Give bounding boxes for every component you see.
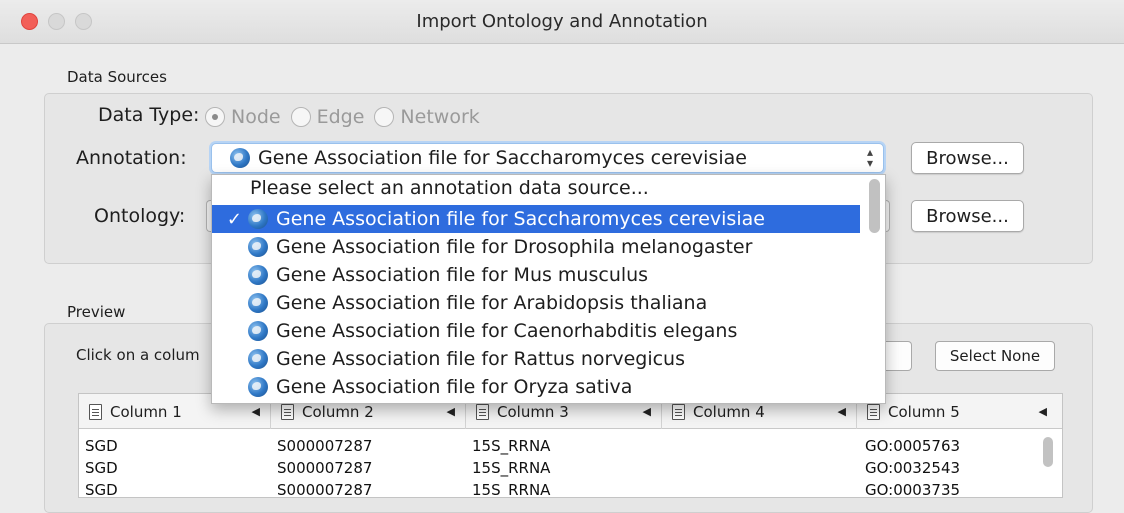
table-cell: S000007287 <box>277 481 373 498</box>
table-row[interactable]: SGD S000007287 15S_RRNA GO:0032543 <box>79 458 1062 480</box>
sort-arrow-icon[interactable]: ◀ <box>252 405 260 418</box>
dropdown-option-label: Gene Association file for Caenorhabditis… <box>276 320 738 342</box>
dropdown-option[interactable]: ✓ Gene Association file for Saccharomyce… <box>212 205 860 233</box>
document-icon <box>476 403 489 420</box>
table-cell: S000007287 <box>277 459 373 477</box>
preview-hint-text: Click on a colum <box>76 346 200 364</box>
data-type-label: Data Type: <box>98 104 200 126</box>
radio-edge-label: Edge <box>316 106 365 128</box>
dropdown-option[interactable]: Gene Association file for Mus musculus <box>212 261 860 289</box>
radio-network[interactable]: Network <box>374 106 480 128</box>
ontology-label: Ontology: <box>94 205 186 227</box>
table-cell: GO:0005763 <box>865 437 961 455</box>
table-cell: S000007287 <box>277 437 373 455</box>
globe-icon <box>248 377 268 397</box>
document-icon <box>867 403 880 420</box>
document-icon <box>89 403 102 420</box>
title-bar: Import Ontology and Annotation <box>0 0 1124 44</box>
table-cell: GO:0003735 <box>865 481 961 498</box>
table-cell: GO:0032543 <box>865 459 961 477</box>
ontology-browse-button[interactable]: Browse... <box>911 200 1024 232</box>
table-row[interactable]: SGD S000007287 15S_RRNA GO:0005763 <box>79 436 1062 458</box>
dropdown-placeholder[interactable]: Please select an annotation data source.… <box>250 177 649 199</box>
sort-arrow-icon[interactable]: ◀ <box>643 405 651 418</box>
dropdown-option[interactable]: Gene Association file for Arabidopsis th… <box>212 289 860 317</box>
sort-arrow-icon[interactable]: ◀ <box>447 405 455 418</box>
dropdown-option-label: Gene Association file for Rattus norvegi… <box>276 348 685 370</box>
annotation-browse-button[interactable]: Browse... <box>911 142 1024 174</box>
preview-label: Preview <box>67 303 126 321</box>
radio-network-label: Network <box>400 106 480 128</box>
radio-node-indicator <box>205 107 225 127</box>
dropdown-option[interactable]: Gene Association file for Oryza sativa <box>212 373 860 401</box>
select-none-button[interactable]: Select None <box>935 341 1055 371</box>
sort-arrow-icon[interactable]: ◀ <box>1039 405 1047 418</box>
column-header-5[interactable]: Column 5 ◀ <box>857 394 1057 429</box>
sort-arrow-icon[interactable]: ◀ <box>838 405 846 418</box>
radio-node[interactable]: Node <box>205 106 281 128</box>
table-row[interactable]: SGD S000007287 15S_RRNA GO:0003735 <box>79 480 1062 498</box>
globe-icon <box>248 293 268 313</box>
annotation-select-value: Gene Association file for Saccharomyces … <box>258 147 747 169</box>
radio-edge[interactable]: Edge <box>290 106 365 128</box>
updown-arrows-icon: ▴ ▾ <box>866 145 873 170</box>
table-scrollbar[interactable] <box>1043 437 1053 467</box>
table-cell: SGD <box>85 437 118 455</box>
globe-icon <box>230 148 250 168</box>
annotation-dropdown-list: Please select an annotation data source.… <box>211 174 886 404</box>
dropdown-option-label: Gene Association file for Mus musculus <box>276 264 649 286</box>
dropdown-option-label: Gene Association file for Drosophila mel… <box>276 236 753 258</box>
globe-icon <box>248 209 268 229</box>
globe-icon <box>248 265 268 285</box>
data-type-radio-group: Node Edge Network <box>205 104 490 130</box>
column-header-label: Column 5 <box>888 402 960 421</box>
table-cell: SGD <box>85 459 118 477</box>
checkmark-icon: ✓ <box>226 208 242 230</box>
document-icon <box>672 403 685 420</box>
radio-edge-indicator <box>290 107 311 127</box>
dropdown-option[interactable]: Gene Association file for Rattus norvegi… <box>212 345 860 373</box>
dropdown-option-label: Gene Association file for Oryza sativa <box>276 376 633 398</box>
dropdown-option[interactable]: Gene Association file for Caenorhabditis… <box>212 317 860 345</box>
dropdown-option[interactable]: Gene Association file for Drosophila mel… <box>212 233 860 261</box>
radio-node-label: Node <box>231 106 281 128</box>
column-header-label: Column 4 <box>693 402 765 421</box>
document-icon <box>281 403 294 420</box>
annotation-label: Annotation: <box>76 147 187 169</box>
globe-icon <box>248 237 268 257</box>
globe-icon <box>248 349 268 369</box>
annotation-select[interactable]: Gene Association file for Saccharomyces … <box>211 143 884 173</box>
preview-table: Column 1 ◀ Column 2 ◀ Column 3 ◀ Column … <box>78 393 1063 498</box>
column-header-label: Column 2 <box>302 402 374 421</box>
dropdown-scrollbar[interactable] <box>869 179 880 233</box>
table-cell: 15S_RRNA <box>472 459 551 477</box>
table-cell: 15S_RRNA <box>472 481 551 498</box>
column-header-label: Column 3 <box>497 402 569 421</box>
globe-icon <box>248 321 268 341</box>
table-cell: 15S_RRNA <box>472 437 551 455</box>
dropdown-option-label: Gene Association file for Arabidopsis th… <box>276 292 708 314</box>
radio-network-indicator <box>374 107 395 127</box>
table-cell: SGD <box>85 481 118 498</box>
dropdown-option-label: Gene Association file for Saccharomyces … <box>276 208 765 230</box>
window-title: Import Ontology and Annotation <box>416 11 708 32</box>
data-sources-label: Data Sources <box>67 68 167 86</box>
column-header-label: Column 1 <box>110 402 182 421</box>
